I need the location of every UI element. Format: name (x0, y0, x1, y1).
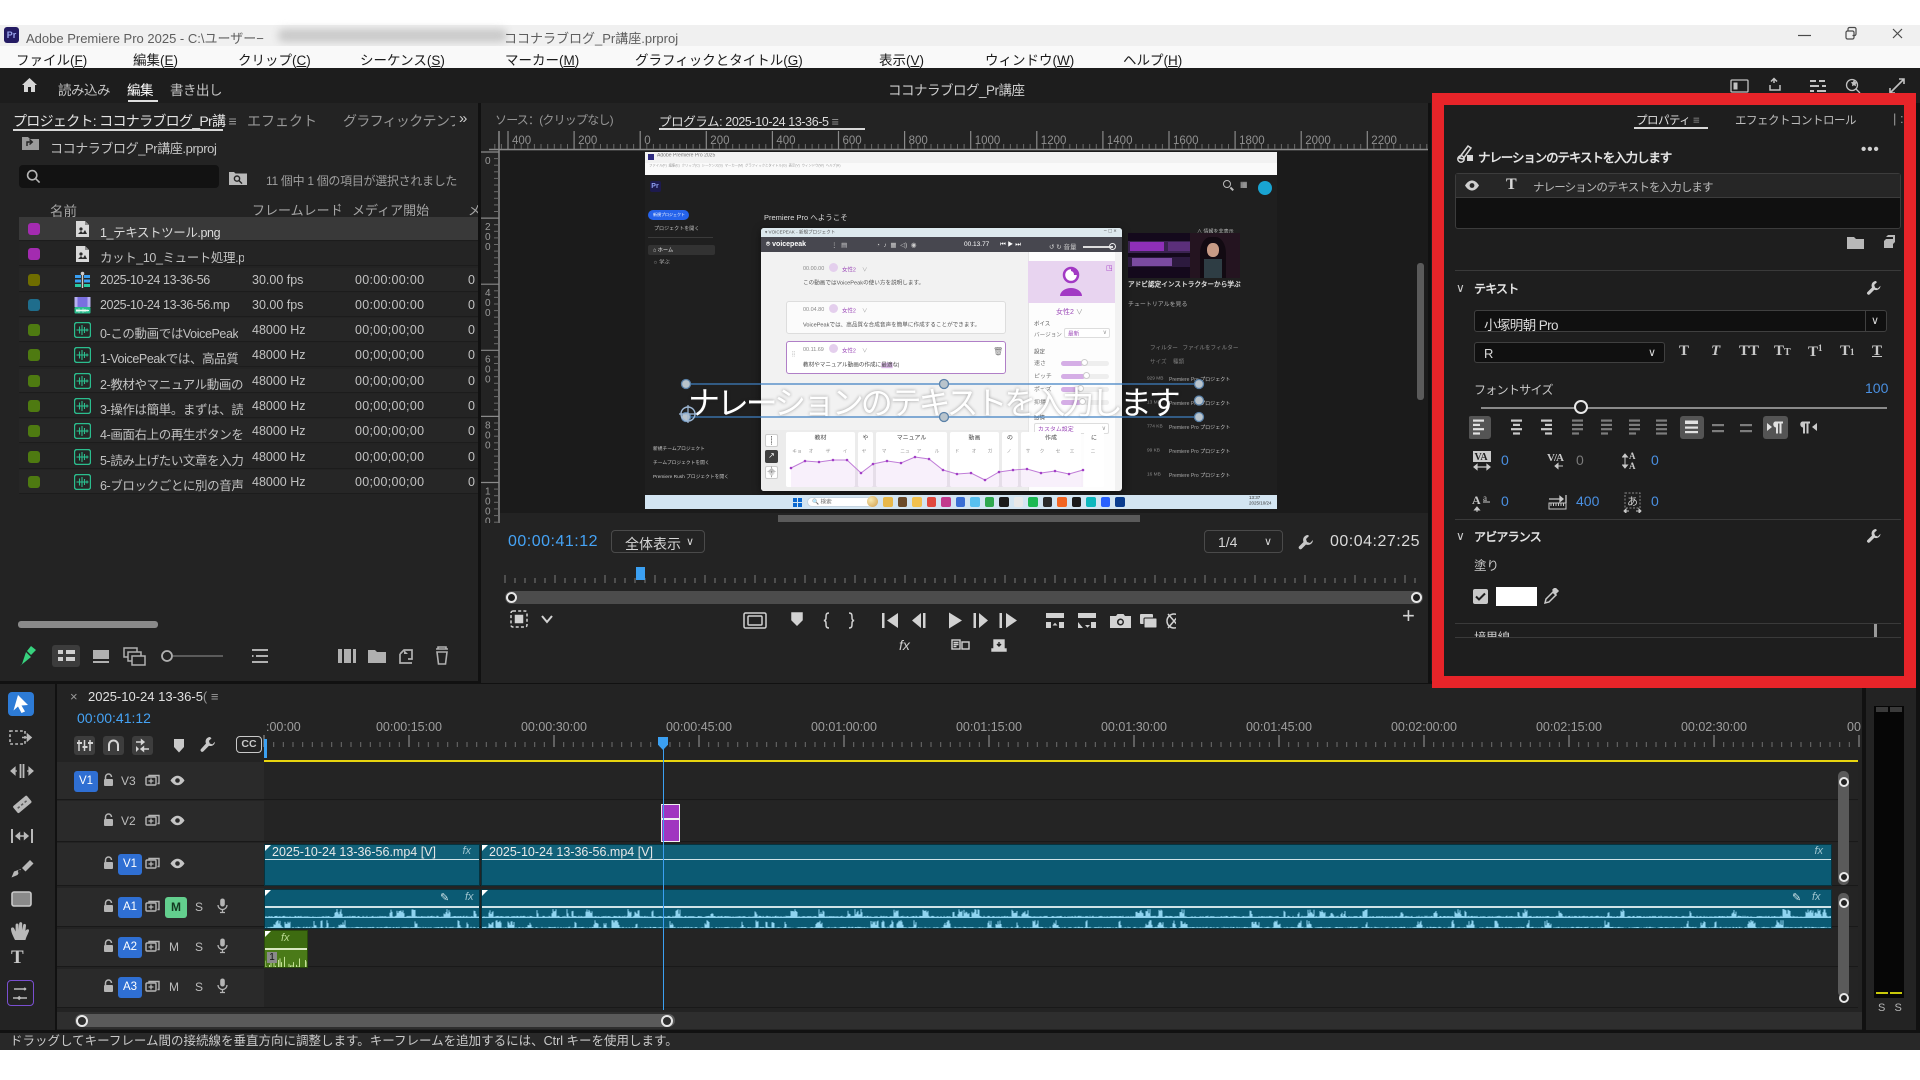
svg-text:0: 0 (485, 156, 491, 167)
svg-text:00:(: 00:( (1847, 720, 1862, 734)
svg-text:00:01:30:00: 00:01:30:00 (1101, 720, 1167, 734)
svg-text:2200: 2200 (1371, 135, 1397, 147)
svg-text:00:01:00:00: 00:01:00:00 (811, 720, 877, 734)
svg-text:0: 0 (485, 308, 491, 319)
svg-text:1600: 1600 (1173, 135, 1199, 147)
svg-text:00:02:00:00: 00:02:00:00 (1391, 720, 1457, 734)
svg-text:00:00:30:00: 00:00:30:00 (521, 720, 587, 734)
svg-text:00:01:45:00: 00:01:45:00 (1246, 720, 1312, 734)
svg-text:1800: 1800 (1239, 135, 1265, 147)
svg-text:1400: 1400 (1107, 135, 1133, 147)
svg-text:0: 0 (644, 135, 650, 147)
svg-text:0: 0 (485, 440, 491, 451)
svg-text:2000: 2000 (1305, 135, 1331, 147)
svg-text:00:00:45:00: 00:00:45:00 (666, 720, 732, 734)
svg-text:0: 0 (485, 517, 491, 524)
svg-text:00:02:15:00: 00:02:15:00 (1536, 720, 1602, 734)
svg-text:0: 0 (485, 242, 491, 253)
svg-text:00:01:15:00: 00:01:15:00 (956, 720, 1022, 734)
svg-text::00:00: :00:00 (266, 720, 301, 734)
svg-text:00:02:30:00: 00:02:30:00 (1681, 720, 1747, 734)
svg-text:0: 0 (485, 374, 491, 385)
svg-text:1000: 1000 (975, 135, 1001, 147)
svg-text:1200: 1200 (1041, 135, 1067, 147)
svg-text:00:00:15:00: 00:00:15:00 (376, 720, 442, 734)
